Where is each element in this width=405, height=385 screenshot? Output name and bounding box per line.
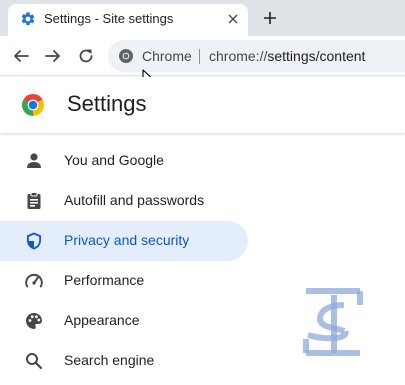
back-arrow-icon[interactable] <box>8 43 34 69</box>
sidebar-item-label: Search engine <box>64 352 155 368</box>
search-icon <box>26 353 43 370</box>
watermark-logo <box>303 288 363 356</box>
omnibox-divider <box>199 49 200 64</box>
site-chip-label: Chrome <box>142 48 192 64</box>
toolbar: Chrome chrome://settings/content <box>0 36 405 76</box>
tab-title: Settings - Site settings <box>44 11 174 26</box>
page-title: Settings <box>67 91 147 116</box>
sidebar-item-label: You and Google <box>64 152 164 168</box>
chrome-logo-icon <box>21 93 45 116</box>
sidebar-item-you-and-google[interactable]: You and Google <box>0 141 248 181</box>
speedometer-icon <box>25 273 43 288</box>
plus-icon[interactable] <box>258 6 282 30</box>
palette-icon <box>26 313 42 329</box>
gear-icon <box>21 12 35 26</box>
close-icon[interactable] <box>224 10 242 28</box>
sidebar-item-performance[interactable]: Performance <box>0 261 248 301</box>
person-icon <box>27 153 41 168</box>
url-prefix: chrome:// <box>209 48 268 64</box>
sidebar-item-label: Autofill and passwords <box>64 192 205 208</box>
settings-header: Settings <box>0 77 405 133</box>
forward-arrow-icon[interactable] <box>40 43 66 69</box>
url-path: settings/content <box>267 48 366 64</box>
clipboard-icon <box>27 192 41 209</box>
address-bar[interactable]: Chrome chrome://settings/content <box>108 40 405 72</box>
tab-settings[interactable]: Settings - Site settings <box>8 4 248 36</box>
reload-icon[interactable] <box>73 43 99 69</box>
sidebar-item-label: Performance <box>64 272 145 288</box>
sidebar-item-privacy-and-security[interactable]: Privacy and security <box>0 221 248 261</box>
sidebar-item-label: Privacy and security <box>64 232 190 248</box>
settings-sidebar: You and Google Autofill and passwords Pr… <box>0 140 260 385</box>
shield-icon <box>27 232 41 250</box>
sidebar-item-autofill-and-passwords[interactable]: Autofill and passwords <box>0 181 248 221</box>
sidebar-item-search-engine[interactable]: Search engine <box>0 341 248 381</box>
tab-strip: Settings - Site settings <box>0 0 405 36</box>
chrome-icon <box>119 49 133 63</box>
sidebar-item-appearance[interactable]: Appearance <box>0 301 248 341</box>
sidebar-item-label: Appearance <box>64 312 140 328</box>
url-text: chrome://settings/content <box>209 48 365 64</box>
